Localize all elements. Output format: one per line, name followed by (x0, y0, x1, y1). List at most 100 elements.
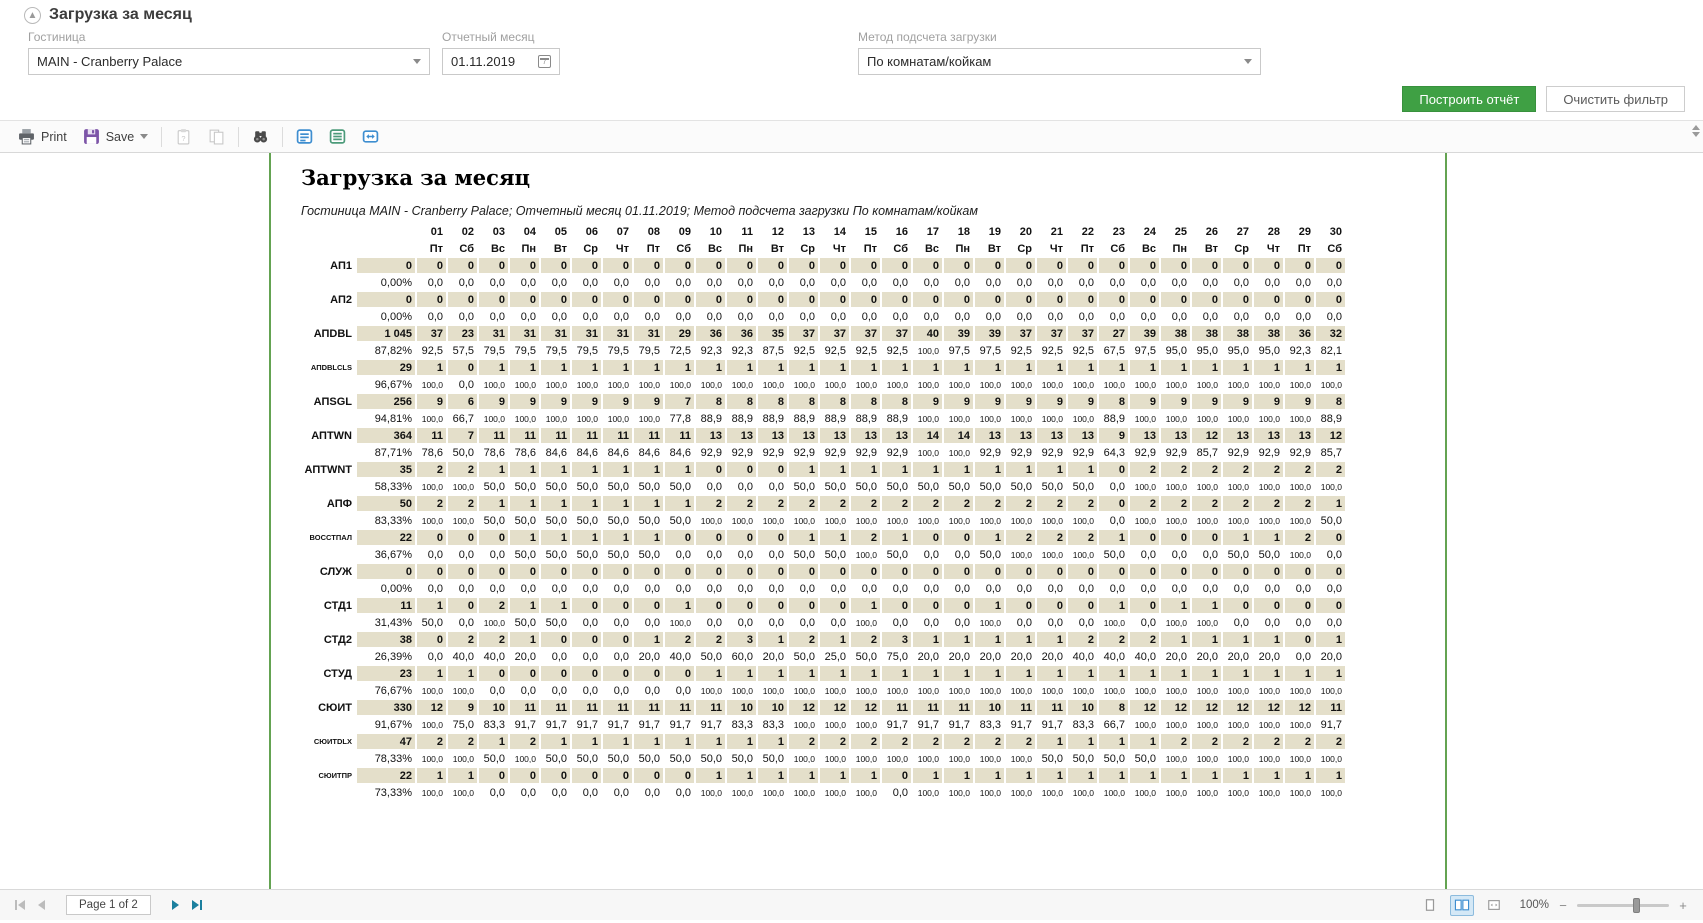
zoom-in-button[interactable]: + (1677, 898, 1689, 913)
day-count-cell: 12 (851, 700, 880, 715)
view-single-page-button[interactable] (288, 125, 321, 148)
save-button[interactable]: Save (75, 125, 157, 148)
day-percent-cell: 50,0 (607, 752, 629, 765)
day-percent-cell: 100,0 (421, 685, 443, 696)
day-count-cell: 13 (820, 428, 849, 443)
day-count-cell: 11 (603, 700, 632, 715)
day-count-cell: 0 (448, 530, 477, 545)
fit-width-button[interactable] (354, 125, 387, 148)
zoom-slider-handle[interactable] (1633, 897, 1640, 913)
day-count-cell: 0 (479, 292, 508, 307)
day-count-cell: 1 (1192, 632, 1221, 647)
room-type-count-row: СЮИТ 330 12 9 10 11 11 11 11 11 11 11 10 10 12 12 12 11 11… (289, 700, 1345, 715)
day-count-cell: 0 (727, 462, 756, 477)
next-page-button[interactable] (167, 897, 183, 913)
day-percent-cell: 100,0 (1196, 481, 1218, 492)
find-button[interactable] (244, 125, 277, 148)
scroll-up-icon[interactable] (1692, 125, 1700, 130)
room-type-label: СЛУЖ (289, 564, 355, 579)
day-percent-cell: 0,0 (551, 650, 567, 663)
scroll-down-icon[interactable] (1692, 132, 1700, 137)
day-percent-cell: 100,0 (1258, 685, 1280, 696)
day-count-cell: 0 (758, 598, 787, 613)
zoom-slider[interactable] (1577, 897, 1669, 913)
day-count-cell: 0 (696, 292, 725, 307)
single-page-layout-button[interactable] (1418, 895, 1442, 916)
calendar-icon[interactable] (538, 55, 551, 68)
day-percent-cell: 100,0 (1072, 515, 1094, 526)
day-count-cell: 0 (1006, 258, 1035, 273)
day-percent-cell: 0,0 (675, 582, 691, 595)
clear-filter-button[interactable]: Очистить фильтр (1546, 86, 1685, 112)
day-percent-cell: 100,0 (793, 719, 815, 730)
day-count-cell: 0 (758, 258, 787, 273)
day-count-cell: 13 (1037, 428, 1066, 443)
day-percent-cell: 100,0 (948, 379, 970, 390)
day-count-cell: 1 (1223, 632, 1252, 647)
view-continuous-button[interactable] (321, 125, 354, 148)
prev-page-button[interactable] (34, 897, 50, 913)
toolbar-scroll-arrows[interactable] (1692, 125, 1700, 137)
room-type-percent-row: 26,39% 0,0 40,0 40,0 20,0 0,0 0,0 0,0 20,0 40,0 50… (289, 649, 1345, 664)
day-count-cell: 1 (1316, 632, 1345, 647)
day-count-cell: 2 (1223, 734, 1252, 749)
facing-pages-layout-button[interactable] (1449, 894, 1474, 916)
room-total-percent-cell: 31,43% (374, 616, 412, 629)
method-label: Метод подсчета загрузки (858, 30, 997, 44)
page-indicator[interactable]: Page 1 of 2 (66, 895, 151, 915)
day-count-cell: 0 (541, 292, 570, 307)
hotel-select[interactable]: MAIN - Cranberry Palace (28, 48, 430, 75)
day-percent-cell: 50,0 (700, 752, 722, 765)
day-percent-cell: 20,0 (948, 650, 970, 663)
day-percent-cell: 100,0 (1320, 787, 1342, 798)
day-percent-cell: 0,0 (737, 582, 753, 595)
build-report-button[interactable]: Построить отчёт (1402, 86, 1537, 112)
day-number-header: 02 (461, 225, 474, 238)
room-type-percent-row: 58,33% 100,0 100,0 50,0 50,0 50,0 50,0 50,0 50,0… (289, 479, 1345, 494)
fit-width-icon (362, 128, 379, 145)
room-type-count-row: АПTWN 364 11 7 11 11 11 11 11 11 11 13 13 13 13 13 13 13 1… (289, 428, 1345, 443)
day-percent-cell: 92,3 (731, 344, 753, 357)
day-percent-cell: 40,0 (452, 650, 474, 663)
day-count-cell: 0 (851, 292, 880, 307)
day-percent-cell: 100,0 (1196, 719, 1218, 730)
day-percent-cell: 100,0 (1320, 685, 1342, 696)
day-count-cell: 1 (1099, 360, 1128, 375)
day-percent-cell: 100,0 (979, 515, 1001, 526)
day-number-header: 19 (988, 225, 1001, 238)
day-count-cell: 6 (448, 394, 477, 409)
occupancy-table-header: 01 02 03 04 05 06 07 08 09 10 11 12 13 14 15 16 17 18 19 20… (289, 224, 1345, 256)
print-button[interactable]: Print (10, 125, 75, 148)
pager: Page 1 of 2 (12, 895, 205, 915)
collapse-panel-icon[interactable]: ▲ (24, 6, 41, 24)
day-percent-cell: 0,0 (427, 276, 443, 289)
fit-page-width-button[interactable] (1482, 895, 1506, 916)
method-select[interactable]: По комнатам/койкам (858, 48, 1261, 75)
first-page-button[interactable] (12, 897, 28, 913)
day-percent-cell: 20,0 (638, 650, 660, 663)
day-percent-cell: 100,0 (948, 787, 970, 798)
month-input[interactable]: 01.11.2019 (442, 48, 560, 75)
day-percent-cell: 0,0 (737, 310, 753, 323)
day-percent-cell: 77,8 (669, 412, 691, 425)
room-type-count-row: АПDBL 1 045 37 23 31 31 31 31 31 31 29 36 36 35 37 37 37… (289, 326, 1345, 341)
day-count-cell: 2 (975, 734, 1004, 749)
room-type-label-spacer (289, 751, 355, 766)
day-count-cell: 11 (510, 700, 539, 715)
day-count-cell: 37 (417, 326, 446, 341)
zoom-out-button[interactable]: − (1557, 898, 1569, 913)
day-percent-cell: 92,9 (1258, 446, 1280, 459)
day-percent-cell: 88,9 (824, 412, 846, 425)
day-count-cell: 38 (1161, 326, 1190, 341)
day-percent-cell: 79,5 (607, 344, 629, 357)
day-count-cell: 2 (913, 496, 942, 511)
day-percent-cell: 50,0 (824, 480, 846, 493)
day-percent-cell: 100,0 (1289, 685, 1311, 696)
day-percent-cell: 50,0 (514, 514, 536, 527)
day-count-cell: 1 (541, 360, 570, 375)
day-percent-cell: 0,0 (675, 276, 691, 289)
day-count-cell: 9 (1130, 394, 1159, 409)
day-count-cell: 0 (727, 292, 756, 307)
last-page-button[interactable] (189, 897, 205, 913)
day-count-cell: 0 (603, 598, 632, 613)
